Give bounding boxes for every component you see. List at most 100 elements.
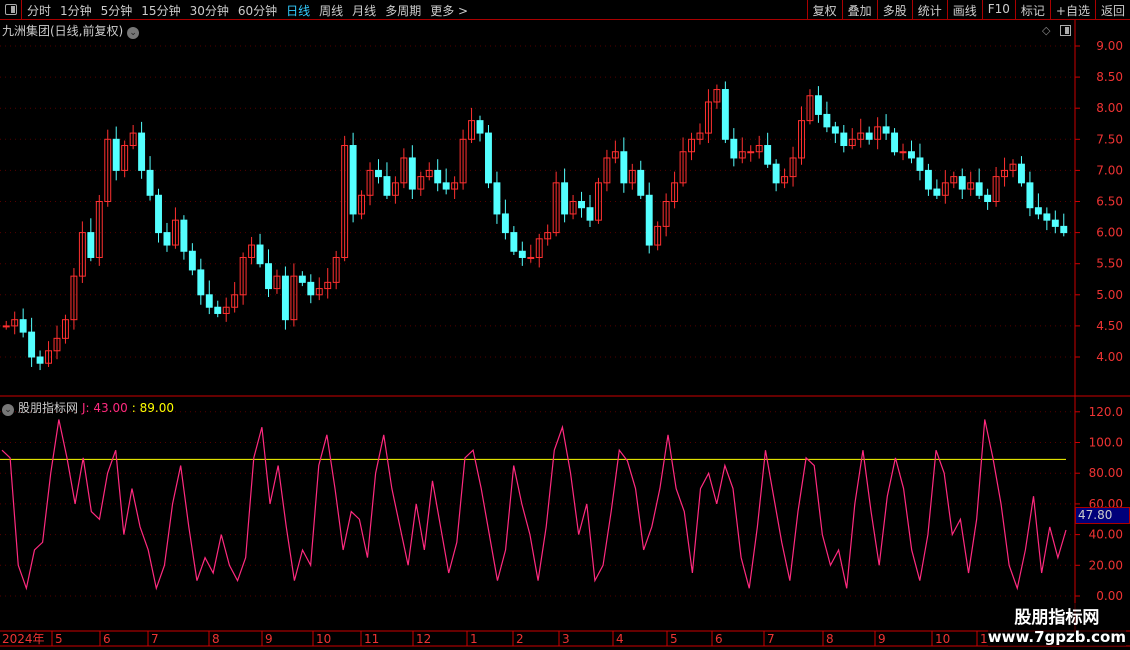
candle-body xyxy=(188,250,196,271)
candle-body xyxy=(908,151,915,159)
indicator-label: 40.00 xyxy=(1089,528,1123,542)
candle-body xyxy=(891,132,899,153)
candle-body xyxy=(493,182,501,215)
candle-body xyxy=(214,306,222,314)
candle-body xyxy=(501,213,509,234)
candle-body xyxy=(408,157,416,190)
candle-body xyxy=(527,256,535,259)
time-label: 1 xyxy=(470,632,478,646)
candle-body xyxy=(36,356,44,364)
j-line xyxy=(1,419,1067,591)
candle-body xyxy=(28,331,36,358)
time-label: 7 xyxy=(767,632,775,646)
candle-body xyxy=(620,151,628,184)
watermark: 股朋指标网 www.7gpzb.com xyxy=(987,603,1126,646)
candle-body xyxy=(561,182,569,215)
time-label: 7 xyxy=(151,632,159,646)
indicator-title: ⌄ 股朋指标网 J: 43.00: 89.00 xyxy=(2,399,174,416)
indicator-label: 120.0 xyxy=(1089,405,1123,419)
candle-body xyxy=(984,194,992,202)
candle-body xyxy=(476,120,484,134)
candle-body xyxy=(1034,207,1042,215)
chevron-down-icon[interactable]: ⌄ xyxy=(2,404,14,416)
candle-body xyxy=(383,176,391,196)
watermark-line2: www.7gpzb.com xyxy=(987,628,1126,646)
candle-body xyxy=(197,269,205,296)
price-label: 4.50 xyxy=(1096,319,1123,333)
time-label: 6 xyxy=(103,632,111,646)
candle-body xyxy=(924,169,932,190)
candle-body xyxy=(764,145,772,165)
candle-body xyxy=(975,182,983,196)
candle-body xyxy=(281,275,289,321)
price-label: 8.50 xyxy=(1096,70,1123,84)
time-label: 4 xyxy=(616,632,624,646)
price-label: 5.00 xyxy=(1096,288,1123,302)
candle-body xyxy=(721,89,729,140)
candle-body xyxy=(865,132,873,140)
candle-body xyxy=(882,126,890,134)
time-label: 5 xyxy=(55,632,63,646)
watermark-line1: 股朋指标网 xyxy=(1014,608,1100,628)
time-label: 9 xyxy=(878,632,886,646)
time-label: 12 xyxy=(416,632,431,646)
time-label: 2024年 xyxy=(2,632,45,646)
candle-body xyxy=(434,169,442,184)
time-label: 11 xyxy=(364,632,379,646)
candle-body xyxy=(747,151,755,154)
time-label: 3 xyxy=(562,632,570,646)
candle-body xyxy=(645,194,653,246)
price-label: 4.00 xyxy=(1096,350,1123,364)
candle-body xyxy=(637,169,645,196)
indicator-label: 0.00 xyxy=(1096,589,1123,603)
price-label: 8.00 xyxy=(1096,101,1123,115)
candle-body xyxy=(2,325,10,328)
indicator-name: 股朋指标网 xyxy=(18,401,79,415)
indicator-label: 100.0 xyxy=(1089,436,1123,450)
candle-body xyxy=(933,188,941,196)
time-label: 6 xyxy=(715,632,723,646)
candle-body xyxy=(772,163,780,184)
candle-body xyxy=(823,113,831,128)
candle-body xyxy=(1060,225,1068,234)
time-label: 1 xyxy=(980,632,988,646)
candle-body xyxy=(298,275,306,283)
candle-body xyxy=(87,232,95,258)
time-label: 9 xyxy=(265,632,273,646)
candle-body xyxy=(163,232,171,246)
time-label: 10 xyxy=(316,632,331,646)
time-label: 8 xyxy=(826,632,834,646)
candle-body xyxy=(205,294,213,308)
time-label: 10 xyxy=(935,632,950,646)
candle-body xyxy=(375,169,382,178)
price-label: 9.00 xyxy=(1096,39,1123,53)
candle-body xyxy=(518,250,526,258)
candle-body xyxy=(307,281,315,296)
candle-body xyxy=(19,319,27,333)
candle-body xyxy=(730,138,738,159)
price-label: 6.50 xyxy=(1096,195,1123,209)
candle-body xyxy=(112,138,120,171)
candle-body xyxy=(349,145,357,215)
candle-body xyxy=(916,157,924,171)
candle-body xyxy=(840,132,848,147)
candle-body xyxy=(510,232,518,252)
kline-chart[interactable]: 9.00 8.50 8.00 7.50 7.00 6.50 6.00 5.50 5.00 4.50… xyxy=(0,0,1130,650)
candle-body xyxy=(1018,163,1025,184)
time-label: 2 xyxy=(516,632,524,646)
price-label: 7.00 xyxy=(1096,163,1123,177)
candle-body xyxy=(180,219,188,252)
candle-body xyxy=(256,244,264,265)
time-label: 5 xyxy=(670,632,678,646)
candle-body xyxy=(138,132,146,171)
candle-body xyxy=(1043,213,1051,221)
candle-body xyxy=(442,182,450,190)
candle-body xyxy=(485,132,492,184)
j-value: J: 43.00 xyxy=(82,401,128,415)
price-label: 7.50 xyxy=(1096,132,1123,146)
candle-body xyxy=(899,151,907,154)
time-label: 8 xyxy=(212,632,220,646)
candle-body xyxy=(831,126,839,134)
candle-body xyxy=(265,263,272,290)
level-value: : 89.00 xyxy=(131,401,174,415)
